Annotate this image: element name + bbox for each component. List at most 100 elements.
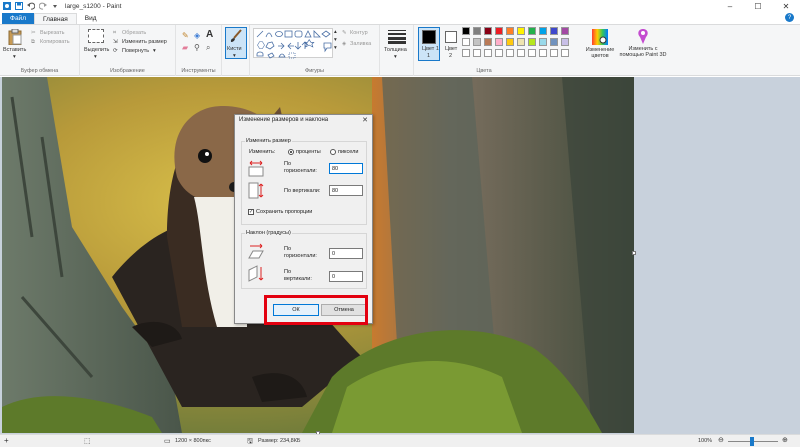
palette-swatch[interactable] [462, 27, 470, 35]
redo-icon[interactable] [39, 2, 47, 10]
palette-swatch[interactable] [550, 38, 558, 46]
tab-file[interactable]: Файл [2, 13, 34, 24]
pencil-icon[interactable]: ✎ [182, 31, 189, 40]
select-button[interactable]: Выделить [84, 47, 109, 53]
canvas-resize-handle-right[interactable] [632, 251, 636, 255]
palette-swatch[interactable] [539, 27, 547, 35]
color-picker-icon[interactable]: ⚲ [194, 43, 200, 52]
palette-swatch[interactable] [517, 49, 525, 57]
skew-horizontal-input[interactable] [329, 248, 363, 259]
paste-icon[interactable] [8, 29, 22, 45]
palette-swatch[interactable] [517, 38, 525, 46]
line-thickness-icon[interactable] [388, 30, 406, 44]
maximize-icon[interactable]: ☐ [744, 0, 772, 12]
edit-colors-icon[interactable] [592, 29, 608, 45]
palette-swatch[interactable] [517, 27, 525, 35]
palette-swatch[interactable] [561, 38, 569, 46]
edit-colors-button[interactable]: Изменение цветов [582, 47, 618, 59]
percent-radio[interactable] [288, 149, 294, 155]
size-button[interactable]: Толщина [384, 47, 407, 53]
cursor-position-icon: + [4, 436, 9, 445]
palette-swatch[interactable] [495, 38, 503, 46]
palette-swatch[interactable] [473, 27, 481, 35]
shapes-scroll-up-icon[interactable]: ▴ [334, 29, 337, 35]
pixels-radio[interactable] [330, 149, 336, 155]
cut-button[interactable]: Вырезать [40, 30, 64, 36]
palette-swatch[interactable] [506, 38, 514, 46]
palette-swatch[interactable] [528, 27, 536, 35]
select-dropdown-icon[interactable]: ▾ [94, 54, 97, 60]
undo-icon[interactable] [27, 2, 35, 10]
palette-swatch[interactable] [495, 49, 503, 57]
vertical-resize-icon [248, 182, 264, 199]
image-group-label: Изображение [110, 68, 145, 74]
eraser-icon[interactable]: ▰ [182, 43, 188, 52]
crop-button[interactable]: Обрезать [122, 30, 146, 36]
palette-swatch[interactable] [561, 49, 569, 57]
dialog-close-icon[interactable]: ✕ [362, 116, 368, 124]
skew-v-label-1: По [284, 269, 292, 275]
palette-swatch[interactable] [550, 27, 558, 35]
magnifier-icon[interactable]: ⌕ [206, 43, 210, 53]
skew-vertical-input[interactable] [329, 271, 363, 282]
palette-swatch[interactable] [473, 49, 481, 57]
color2-label[interactable]: Цвет [445, 46, 457, 52]
shape-fill-button[interactable]: Заливка [350, 41, 371, 47]
pixels-label[interactable]: пиксели [338, 149, 358, 156]
colors-group-label: Цвета [476, 68, 492, 74]
outline-button[interactable]: Контур [350, 30, 368, 36]
text-icon[interactable]: A [206, 29, 213, 40]
save-icon[interactable] [15, 2, 23, 10]
palette-swatch[interactable] [462, 49, 470, 57]
zoom-in-icon[interactable]: ⊕ [782, 436, 788, 444]
palette-swatch[interactable] [473, 38, 481, 46]
select-icon[interactable] [88, 29, 104, 43]
zoom-out-icon[interactable]: ⊖ [718, 436, 724, 444]
percent-label[interactable]: проценты [296, 149, 321, 156]
palette-swatch[interactable] [484, 49, 492, 57]
palette-swatch[interactable] [539, 49, 547, 57]
resize-button[interactable]: Изменить размер [122, 39, 167, 45]
size-dropdown-icon[interactable]: ▾ [394, 54, 397, 60]
vertical-resize-input[interactable] [329, 185, 363, 196]
brushes-button[interactable]: Кисти [227, 46, 242, 52]
fill-icon[interactable]: ◈ [194, 31, 200, 40]
copy-icon: ⧉ [31, 39, 35, 45]
palette-swatch[interactable] [528, 38, 536, 46]
shapes-scroll-down-icon[interactable]: ▾ [334, 37, 337, 43]
customize-qat-icon[interactable] [51, 2, 59, 10]
palette-swatch[interactable] [495, 27, 503, 35]
paint3d-icon[interactable] [636, 28, 650, 45]
palette-swatch[interactable] [484, 27, 492, 35]
rotate-icon: ⟳ [113, 48, 118, 54]
palette-swatch[interactable] [550, 49, 558, 57]
tab-home[interactable]: Главная [33, 13, 77, 24]
color2-number: 2 [449, 53, 453, 59]
tab-view[interactable]: Вид [77, 13, 105, 24]
copy-button[interactable]: Копировать [40, 39, 70, 45]
palette-swatch[interactable] [484, 38, 492, 46]
palette-swatch[interactable] [462, 38, 470, 46]
shapes-gallery[interactable] [253, 28, 333, 59]
brushes-dropdown-icon[interactable]: ▾ [233, 53, 236, 59]
zoom-slider-thumb[interactable] [750, 437, 754, 446]
color1-label[interactable]: Цвет 1 [422, 46, 439, 52]
minimize-icon[interactable]: – [716, 0, 744, 12]
paste-button[interactable]: Вставить [3, 47, 26, 53]
rotate-dropdown-icon[interactable]: ▾ [153, 48, 156, 54]
help-icon[interactable]: ? [785, 13, 794, 22]
palette-swatch[interactable] [506, 49, 514, 57]
palette-swatch[interactable] [506, 27, 514, 35]
keep-ratio-label[interactable]: Сохранить пропорции [256, 209, 312, 216]
palette-swatch[interactable] [528, 49, 536, 57]
close-window-icon[interactable]: ✕ [772, 0, 800, 12]
palette-swatch[interactable] [561, 27, 569, 35]
color2-swatch[interactable] [445, 31, 457, 43]
shapes-more-icon[interactable]: ▾ [334, 45, 337, 51]
paste-dropdown-icon[interactable]: ▾ [13, 54, 16, 60]
edit-with-paint3d-button[interactable]: Изменить с помощью Paint 3D [618, 46, 668, 58]
keep-ratio-checkbox[interactable]: ✓ [248, 209, 254, 215]
rotate-button[interactable]: Повернуть [122, 48, 149, 54]
horizontal-resize-input[interactable] [329, 163, 363, 174]
palette-swatch[interactable] [539, 38, 547, 46]
